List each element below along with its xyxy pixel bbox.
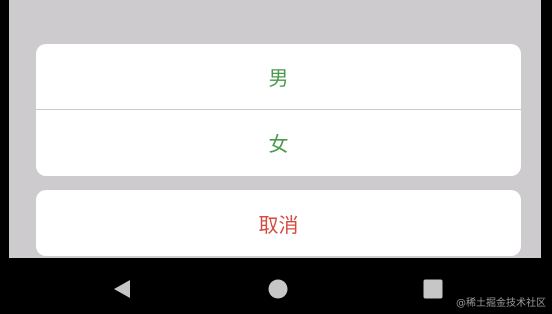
option-female[interactable]: 女 bbox=[36, 110, 521, 175]
action-sheet-options: 男 女 bbox=[36, 44, 521, 176]
home-icon[interactable] bbox=[267, 278, 289, 300]
navigation-bar: @稀土掘金技术社区 bbox=[0, 258, 552, 314]
back-icon[interactable] bbox=[111, 278, 133, 300]
recent-apps-icon[interactable] bbox=[422, 278, 444, 300]
option-male[interactable]: 男 bbox=[36, 44, 521, 109]
watermark: @稀土掘金技术社区 bbox=[456, 298, 546, 309]
cancel-button[interactable]: 取消 bbox=[36, 190, 521, 256]
